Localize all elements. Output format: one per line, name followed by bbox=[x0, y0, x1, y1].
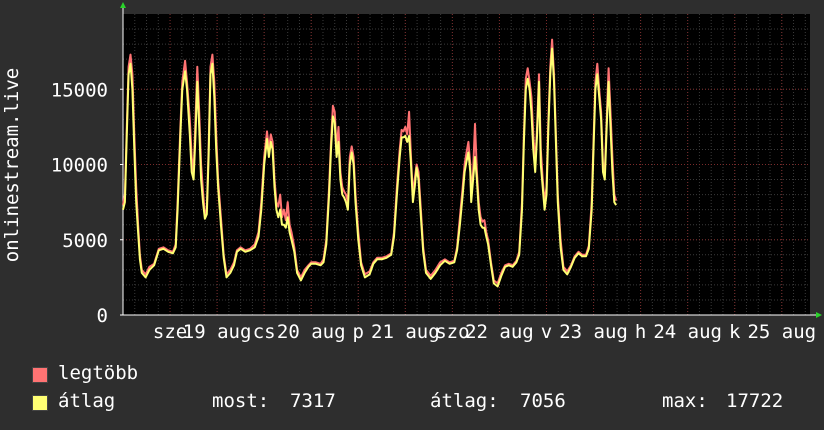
x-tick-label: 20 aug bbox=[277, 321, 346, 343]
x-tick-label: 22 aug bbox=[465, 321, 534, 343]
stat-atlag-label: átlag: bbox=[430, 390, 499, 412]
stat-most-value: 7317 bbox=[290, 390, 336, 412]
x-tick-label: 24 aug bbox=[653, 321, 722, 343]
stat-max-value: 17722 bbox=[726, 390, 784, 412]
x-tick-label: cs bbox=[253, 321, 276, 343]
legend-label-avg: átlag bbox=[58, 390, 116, 412]
x-tick-label: 21 aug bbox=[371, 321, 440, 343]
y-tick-label: 15000 bbox=[51, 79, 108, 101]
x-tick-label: p bbox=[353, 321, 364, 343]
x-tick-label: v bbox=[541, 321, 552, 343]
legend-swatch-max bbox=[32, 367, 48, 383]
legend-label-max: legtöbb bbox=[58, 362, 139, 384]
x-tick-label: k bbox=[729, 321, 741, 343]
x-tick-label: 25 aug bbox=[747, 321, 816, 343]
y-axis-label: onlinestream.live bbox=[1, 68, 23, 262]
y-tick-label: 0 bbox=[97, 305, 108, 327]
legend-swatch-avg bbox=[32, 395, 48, 411]
stat-max-label: max: bbox=[662, 390, 708, 412]
x-tick-label: h bbox=[635, 321, 646, 343]
y-tick-label: 5000 bbox=[62, 230, 108, 252]
x-tick-label: 19 aug bbox=[183, 321, 252, 343]
y-axis-arrow bbox=[120, 2, 126, 8]
x-tick-label: 23 aug bbox=[559, 321, 628, 343]
y-tick-label: 10000 bbox=[51, 155, 108, 177]
x-axis-arrow bbox=[816, 312, 822, 318]
stat-atlag-value: 7056 bbox=[520, 390, 566, 412]
stat-most-label: most: bbox=[212, 390, 270, 412]
